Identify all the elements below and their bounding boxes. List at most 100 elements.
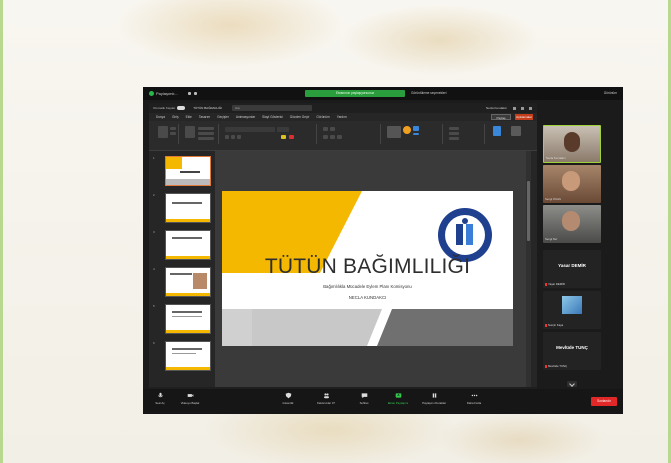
minimize-icon[interactable] [513, 106, 516, 110]
view-options-link[interactable]: Görüntüleme seçenekleri [411, 90, 446, 97]
slide-thumb[interactable] [165, 156, 211, 186]
thumb-number: 2 [153, 193, 155, 197]
thumbnail-1[interactable]: 1 [153, 156, 213, 187]
chat-button[interactable]: Sohbet [349, 392, 379, 405]
new-slide-icon[interactable] [185, 126, 195, 138]
participant-name: Nurçin Kaya [545, 323, 563, 327]
participant-tile[interactable]: Sevgi Nur [543, 205, 601, 243]
menu-view[interactable]: Görünüm [316, 115, 329, 119]
shape-fill-icon[interactable] [413, 126, 419, 131]
view-button[interactable]: Görünüm [604, 90, 617, 97]
paste-icon[interactable] [158, 126, 168, 138]
grid-icon[interactable] [193, 92, 197, 95]
align-center-icon[interactable] [330, 135, 335, 139]
select-icon[interactable] [449, 137, 459, 140]
search-input[interactable]: Ara [232, 105, 313, 111]
user-name[interactable]: Necla Kundakcı [486, 106, 507, 110]
align-right-icon[interactable] [337, 135, 342, 139]
person-silhouette [564, 132, 580, 152]
bold-icon[interactable] [225, 135, 229, 139]
zoom-app-button[interactable]: Paylaşımlı... [149, 91, 178, 96]
clipboard-group [153, 124, 179, 144]
cut-icon[interactable] [170, 127, 176, 130]
thumb-number: 4 [153, 267, 155, 271]
share-banner[interactable]: Ekranınızı paylaşıyorsunuz [305, 90, 405, 97]
thumbnail-5[interactable]: 5 [153, 304, 213, 335]
slide-thumb[interactable] [165, 267, 211, 297]
security-button[interactable]: Güvenlik [273, 392, 303, 405]
participant-tile[interactable]: Mevlüde TUNÇ Mevlüde TUNÇ [543, 332, 601, 370]
participants-button[interactable]: Katılımcılar 37 [311, 392, 341, 405]
reset-icon[interactable] [198, 132, 214, 135]
menu-help[interactable]: Yardım [337, 115, 347, 119]
find-icon[interactable] [449, 127, 459, 130]
section-icon[interactable] [198, 137, 214, 140]
slide-subtitle: Bağımlılıkla Mücadele Eylem Planı Komisy… [323, 284, 412, 289]
thumbnail-2[interactable]: 2 [153, 193, 213, 224]
thumb-number: 5 [153, 304, 155, 308]
share-screen-button[interactable]: Ekran Paylaşımı [383, 392, 413, 405]
thumb-title-line [180, 171, 200, 173]
shape-outline-icon[interactable] [413, 133, 419, 135]
pause-icon[interactable] [187, 92, 191, 95]
align-left-icon[interactable] [323, 135, 328, 139]
font-color-icon[interactable] [289, 135, 294, 139]
italic-icon[interactable] [231, 135, 235, 139]
highlight-icon[interactable] [281, 135, 286, 139]
thumbnail-3[interactable]: 3 [153, 230, 213, 261]
autosave-toggle[interactable] [177, 106, 186, 110]
participant-tile[interactable]: Necla Kundakcı [543, 125, 601, 163]
shapes-icon[interactable] [387, 126, 401, 138]
bullets-icon[interactable] [323, 127, 328, 131]
numbering-icon[interactable] [330, 127, 335, 131]
participants-label: Katılımcılar 37 [311, 401, 341, 405]
slide-scrollbar[interactable] [526, 151, 531, 387]
menu-animations[interactable]: Animasyonlar [236, 115, 255, 119]
thumb-number: 6 [153, 341, 155, 345]
unmute-button[interactable]: Sesi Aç [145, 392, 175, 405]
copy-icon[interactable] [170, 132, 176, 135]
ppt-comments-button[interactable]: Açıklamalar [515, 114, 533, 120]
chevron-down-icon[interactable] [567, 381, 577, 387]
menu-insert[interactable]: Ekle [186, 115, 192, 119]
menu-design[interactable]: Tasarım [199, 115, 210, 119]
designer-icon[interactable] [511, 126, 521, 136]
chat-icon [361, 393, 367, 399]
current-slide[interactable]: TÜTÜN BAĞIMLILIĞI Bağımlılıkla Mücadele … [222, 191, 513, 346]
thumbnail-6[interactable]: 6 [153, 341, 213, 372]
slide-thumb[interactable] [165, 341, 211, 371]
menu-home[interactable]: Giriş [172, 115, 179, 119]
thumb-text-line [172, 353, 196, 354]
more-label: Daha Fazla [466, 401, 482, 405]
slide-thumb[interactable] [165, 193, 211, 223]
menu-transitions[interactable]: Geçişler [217, 115, 229, 119]
participant-tile[interactable]: Yasar DEMİR Yaşar DEMİR [543, 250, 601, 288]
menu-slideshow[interactable]: Slayt Gösterisi [262, 115, 283, 119]
slide-thumb[interactable] [165, 304, 211, 334]
menu-review[interactable]: Gözden Geçir [290, 115, 310, 119]
muted-mic-icon [545, 364, 547, 368]
underline-icon[interactable] [237, 135, 241, 139]
thumbnail-4[interactable]: 4 [153, 267, 213, 298]
muted-mic-icon [545, 323, 547, 327]
maximize-icon[interactable] [521, 106, 524, 110]
start-video-button[interactable]: Videoyu Başlat [175, 392, 205, 405]
font-size-select[interactable] [277, 127, 289, 132]
close-icon[interactable] [529, 106, 532, 110]
pause-share-button[interactable]: Paylaşımı Duraklat [419, 392, 449, 405]
menu-file[interactable]: Dosya [156, 115, 165, 119]
participant-tile[interactable]: Sevgi Öztürk [543, 165, 601, 203]
dictate-icon[interactable] [493, 126, 501, 136]
font-family-select[interactable] [225, 127, 275, 132]
drawing-group [383, 124, 443, 144]
quick-styles-icon[interactable] [403, 126, 411, 134]
layout-icon[interactable] [198, 127, 214, 130]
slide-thumb[interactable] [165, 230, 211, 260]
participant-tile[interactable]: Nurçin Kaya [543, 291, 601, 329]
thumb-title-line [170, 273, 192, 275]
replace-icon[interactable] [449, 132, 459, 135]
end-meeting-button[interactable]: Sonlandır [591, 397, 617, 406]
scrollbar-thumb[interactable] [527, 181, 530, 241]
more-button[interactable]: Daha Fazla [459, 392, 489, 405]
ppt-share-button[interactable]: Paylaş [491, 114, 511, 120]
